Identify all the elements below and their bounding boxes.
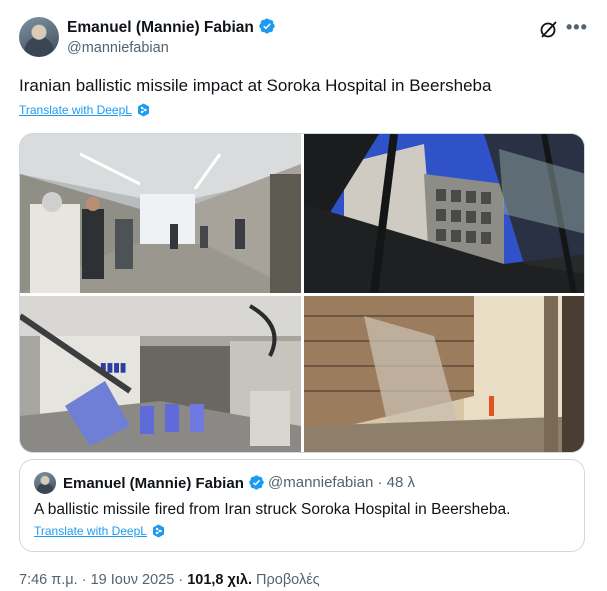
tweet-text: Iranian ballistic missile impact at Soro… bbox=[19, 76, 492, 95]
media-grid: ▮▮▮▮ bbox=[19, 133, 585, 453]
quoted-author-name-row[interactable]: Emanuel (Mannie) Fabian bbox=[63, 474, 265, 492]
deepl-icon bbox=[152, 524, 164, 538]
damaged-building-facade-photo[interactable] bbox=[304, 134, 585, 293]
tweet-date[interactable]: 19 Ιουν 2025 bbox=[91, 572, 175, 588]
quoted-time[interactable]: 48 λ bbox=[387, 474, 415, 491]
quoted-tweet[interactable]: Emanuel (Mannie) Fabian @manniefabian · … bbox=[19, 459, 585, 552]
quoted-separator: · bbox=[377, 474, 383, 491]
deepl-icon bbox=[137, 103, 149, 117]
quoted-author-avatar[interactable] bbox=[34, 472, 56, 494]
meta-separator: · bbox=[81, 572, 87, 588]
hospital-corridor-photo[interactable] bbox=[20, 134, 301, 293]
meta-separator-2: · bbox=[178, 572, 184, 588]
author-name[interactable]: Emanuel (Mannie) Fabian bbox=[67, 19, 254, 36]
author-name-row[interactable]: Emanuel (Mannie) Fabian bbox=[67, 17, 276, 37]
tweet-meta: 7:46 π.μ. · 19 Ιουν 2025 · 101,8 χιλ. Πρ… bbox=[19, 572, 320, 588]
translate-label[interactable]: Translate with DeepL bbox=[19, 103, 132, 117]
more-options-button[interactable]: ••• bbox=[566, 17, 588, 38]
translate-link[interactable]: Translate with DeepL bbox=[19, 103, 150, 117]
views-count: 101,8 χιλ. bbox=[187, 572, 252, 588]
verified-badge-icon bbox=[249, 475, 264, 490]
author-handle[interactable]: @manniefabian bbox=[67, 40, 169, 56]
verified-badge-icon bbox=[259, 18, 275, 34]
quoted-tweet-text: A ballistic missile fired from Iran stru… bbox=[34, 501, 511, 518]
quoted-meta: @manniefabian · 48 λ bbox=[268, 474, 415, 491]
views-label: Προβολές bbox=[256, 572, 320, 588]
quoted-author-name[interactable]: Emanuel (Mannie) Fabian bbox=[63, 475, 244, 492]
quoted-author-handle[interactable]: @manniefabian bbox=[268, 474, 373, 491]
collapsed-facade-street-photo[interactable] bbox=[304, 296, 585, 453]
tweet-time[interactable]: 7:46 π.μ. bbox=[19, 572, 78, 588]
quoted-translate-link[interactable]: Translate with DeepL bbox=[34, 524, 165, 538]
quoted-translate-label[interactable]: Translate with DeepL bbox=[34, 524, 147, 538]
grok-icon[interactable] bbox=[539, 19, 559, 39]
damaged-lobby-photo[interactable]: ▮▮▮▮ bbox=[20, 296, 301, 453]
author-avatar[interactable] bbox=[19, 17, 59, 57]
